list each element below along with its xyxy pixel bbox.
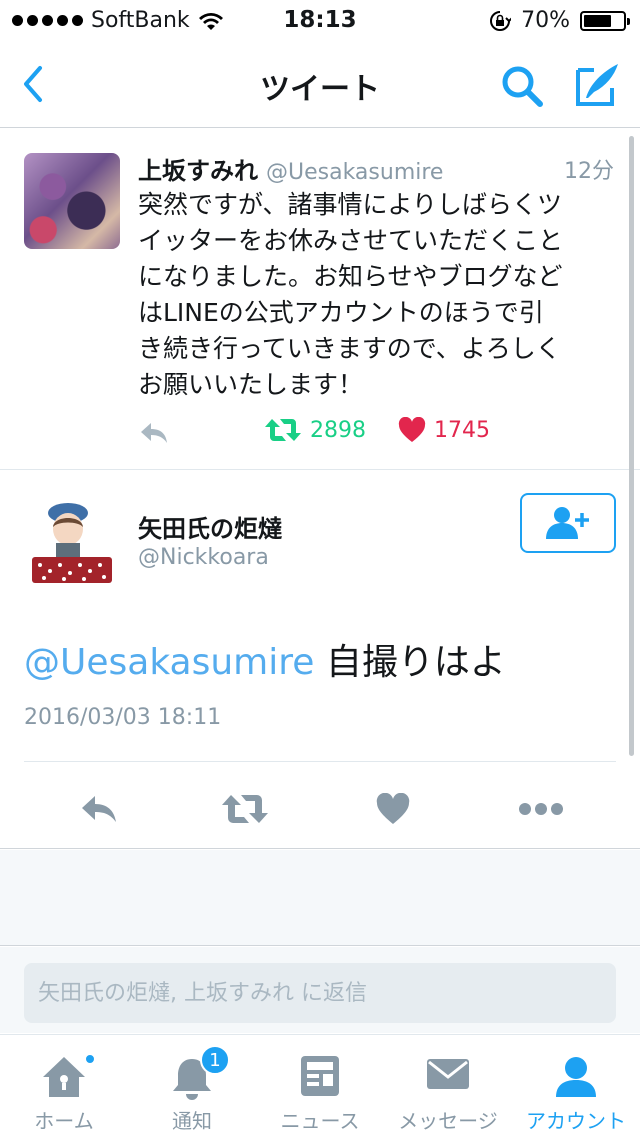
tab-label: ニュース [280, 1109, 360, 1133]
reply-input[interactable] [24, 963, 616, 1023]
compose-tweet-icon[interactable] [572, 60, 622, 108]
divider [24, 761, 616, 762]
author-name[interactable]: 上坂すみれ [138, 157, 258, 185]
battery-percent: 70% [521, 8, 570, 33]
retweet-count: 2898 [310, 417, 366, 443]
battery-area: 70% [489, 8, 630, 33]
tweet-body: 自撮りはよ [314, 642, 506, 683]
tweet-time: 12分 [564, 159, 614, 184]
tab-label: ホーム [34, 1109, 94, 1133]
retweet-button[interactable] [220, 787, 270, 831]
follow-user-icon [546, 507, 589, 539]
author-handle: @Uesakasumire [266, 160, 444, 185]
focused-tweet: 矢田氏の炬燵 @Nickkoara @Uesakasumire 自撮りはよ 20… [0, 471, 640, 849]
retweet-icon [265, 419, 301, 441]
like-button[interactable]: 1745 [398, 417, 490, 443]
like-count: 1745 [434, 417, 490, 443]
more-icon [519, 803, 563, 815]
empty-area [0, 850, 640, 946]
tab-bar: ホーム 1 通知 ニュース メッセージ アカウント [0, 1034, 640, 1136]
tweet-text: 突然ですが、諸事情によりしばらくツ イッターをお休みさせていただくこと になりま… [138, 190, 564, 399]
avatar[interactable] [24, 495, 120, 591]
like-icon [376, 793, 410, 824]
reply-icon [82, 796, 116, 822]
search-icon[interactable] [498, 62, 546, 110]
tab-news[interactable]: ニュース [256, 1035, 384, 1136]
follow-button[interactable] [520, 493, 616, 553]
tweet-actions [0, 781, 640, 837]
more-button[interactable] [516, 787, 566, 831]
retweet-icon [222, 795, 268, 823]
retweet-button[interactable]: 2898 [264, 417, 366, 443]
tab-notifications[interactable]: 1 通知 [128, 1035, 256, 1136]
like-button[interactable] [368, 787, 418, 831]
rotation-lock-icon [490, 10, 512, 31]
scrollbar[interactable] [629, 136, 634, 756]
navigation-bar: ツイート [0, 40, 640, 128]
reply-bar [0, 947, 640, 1033]
reply-button[interactable] [74, 787, 124, 831]
tweet-text: @Uesakasumire 自撮りはよ [24, 633, 506, 685]
notification-badge: 1 [200, 1045, 230, 1075]
author-handle: @Nickkoara [138, 545, 269, 570]
home-icon [43, 1057, 85, 1097]
tab-label: メッセージ [398, 1109, 498, 1133]
envelope-icon [427, 1059, 469, 1089]
news-icon [301, 1056, 339, 1096]
battery-icon [580, 10, 630, 31]
tab-account[interactable]: アカウント [512, 1035, 640, 1136]
status-bar: SoftBank 18:13 70% [0, 0, 640, 40]
heart-icon [398, 417, 426, 442]
mention-link[interactable]: @Uesakasumire [24, 642, 314, 683]
unread-dot [84, 1053, 96, 1065]
avatar[interactable] [24, 153, 120, 249]
tweet-header: 上坂すみれ @Uesakasumire 12分 [138, 151, 618, 185]
tweet-actions: 2898 1745 [138, 415, 558, 455]
reply-icon[interactable] [138, 419, 170, 447]
tab-label: アカウント [526, 1109, 626, 1133]
tab-home[interactable]: ホーム [0, 1035, 128, 1136]
tab-label: 通知 [172, 1109, 212, 1133]
tweet-timestamp: 2016/03/03 18:11 [24, 705, 222, 730]
parent-tweet[interactable]: 上坂すみれ @Uesakasumire 12分 突然ですが、諸事情によりしばらくツ… [0, 129, 640, 470]
author-name[interactable]: 矢田氏の炬燵 [138, 509, 282, 544]
account-icon [556, 1057, 596, 1097]
tab-messages[interactable]: メッセージ [384, 1035, 512, 1136]
